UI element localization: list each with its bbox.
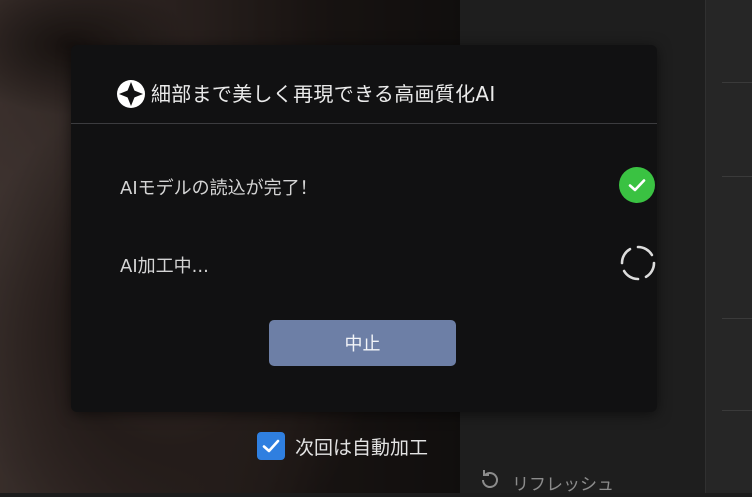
check-circle-icon [619,167,655,203]
auto-process-label: 次回は自動加工 [295,436,429,459]
checkmark-icon [262,439,280,453]
dialog-title: 細部まで美しく再現できる高画質化AI [151,82,496,106]
dialog-header: 細部まで美しく再現できる高画質化AI [71,45,657,124]
aperture-icon [115,78,147,110]
side-strip [705,0,752,493]
stop-button[interactable]: 中止 [269,320,456,366]
auto-process-option[interactable]: 次回は自動加工 [257,432,428,460]
divider [722,318,752,319]
step-row-processing: AI加工中... [120,243,656,283]
divider [722,82,752,83]
divider [722,176,752,177]
divider [722,410,752,411]
step-label: AIモデルの読込が完了！ [120,178,318,199]
step-row-model-loaded: AIモデルの読込が完了！ [120,165,655,205]
spinner-icon [619,244,657,282]
processing-dialog: 細部まで美しく再現できる高画質化AI AIモデルの読込が完了！ AI加工中...… [71,45,657,412]
auto-process-checkbox[interactable] [257,432,285,460]
step-label: AI加工中... [120,256,209,277]
refresh-label: リフレッシュ [512,475,614,495]
